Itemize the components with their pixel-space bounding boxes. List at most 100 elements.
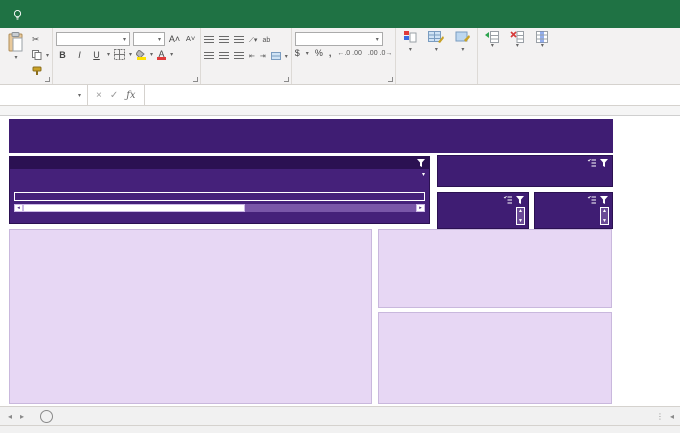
format-cells-icon xyxy=(536,31,549,43)
slicer-size[interactable]: ▲ ▼ xyxy=(437,192,529,229)
worksheet[interactable]: ▾ ◂ ▸ ▲ ▼ ▲ ▼ xyxy=(0,116,680,406)
bold-button[interactable]: B xyxy=(56,48,69,61)
formula-bar: ▾ × ✓ ƒx xyxy=(0,85,680,106)
scroll-up-icon[interactable]: ▲ xyxy=(601,208,608,214)
chart-total-sales-over-time[interactable] xyxy=(9,229,372,404)
wrap-text-button[interactable]: ab xyxy=(262,33,272,47)
alignment-dialog-launcher[interactable] xyxy=(283,77,289,82)
format-painter-button[interactable] xyxy=(32,64,49,78)
dashboard-title xyxy=(9,119,613,153)
accounting-format-button[interactable]: $ xyxy=(295,48,300,58)
timeline-month-labels xyxy=(14,185,425,192)
insert-cells-button[interactable]: ▾ xyxy=(481,30,503,51)
timeline-scroll-thumb[interactable] xyxy=(23,204,245,212)
timeline-clear-filter-icon[interactable] xyxy=(417,159,425,167)
increase-font-button[interactable]: A˄ xyxy=(168,32,181,45)
excel-window: ▾ ✂ ▾ ▾ ▾ A˄ A˅ B I U ▾ ▾ ▾ A ▾ ⟋▾ ab ⇤ … xyxy=(0,0,680,433)
paste-button[interactable]: ▾ xyxy=(3,30,29,63)
fill-color-button[interactable] xyxy=(136,49,146,60)
align-middle-button[interactable] xyxy=(219,36,230,44)
column-headers[interactable] xyxy=(0,106,680,116)
scroll-down-icon[interactable]: ▼ xyxy=(601,218,608,224)
copy-button[interactable]: ▾ xyxy=(32,48,49,62)
percent-style-button[interactable]: % xyxy=(315,48,323,58)
clear-filter-icon[interactable] xyxy=(600,159,608,167)
number-dialog-launcher[interactable] xyxy=(388,77,394,82)
clear-filter-icon[interactable] xyxy=(600,196,608,204)
clear-filter-icon[interactable] xyxy=(516,196,524,204)
sheet-nav-left-icon[interactable]: ◂ xyxy=(8,412,12,421)
increase-decimal-button[interactable]: ←.0 .00 xyxy=(337,50,362,57)
multi-select-icon[interactable] xyxy=(503,196,512,204)
scroll-down-icon[interactable]: ▼ xyxy=(517,218,524,224)
decrease-font-button[interactable]: A˅ xyxy=(184,32,197,45)
orientation-button[interactable]: ⟋▾ xyxy=(249,36,257,45)
underline-button[interactable]: U xyxy=(90,48,103,61)
align-center-button[interactable] xyxy=(219,52,230,60)
confirm-entry-icon[interactable]: ✓ xyxy=(110,90,118,101)
font-color-button[interactable]: A xyxy=(157,49,167,60)
align-top-button[interactable] xyxy=(204,36,215,44)
copy-icon xyxy=(32,50,42,60)
conditional-formatting-icon xyxy=(404,31,417,43)
font-size-select[interactable]: ▾ xyxy=(133,32,166,46)
borders-button[interactable] xyxy=(114,49,126,60)
font-dialog-launcher[interactable] xyxy=(193,77,199,82)
slicer-loyalty-card[interactable]: ▲ ▼ xyxy=(534,192,613,229)
decrease-decimal-button[interactable]: .00 .0→ xyxy=(368,50,393,57)
timeline-scroll-right-icon[interactable]: ▸ xyxy=(416,204,425,212)
styles-group: ▾ ▾ ▾ xyxy=(396,28,479,84)
multi-select-icon[interactable] xyxy=(587,196,596,204)
align-right-button[interactable] xyxy=(234,52,245,60)
format-cells-button[interactable]: ▾ xyxy=(531,30,553,51)
slicer-loyalty-scrollbar[interactable]: ▲ ▼ xyxy=(600,207,609,225)
merge-center-button[interactable]: ▾ xyxy=(270,49,288,63)
decrease-indent-button[interactable]: ⇤ xyxy=(249,52,255,60)
font-group: ▾ ▾ A˄ A˅ B I U ▾ ▾ ▾ A ▾ xyxy=(53,28,202,84)
hscroll-left-icon[interactable]: ◂ xyxy=(670,412,674,421)
cancel-entry-icon[interactable]: × xyxy=(96,90,102,101)
tabbar-splitter-icon[interactable]: ⋮ xyxy=(656,412,664,421)
ribbon: ▾ ✂ ▾ ▾ ▾ A˄ A˅ B I U ▾ ▾ ▾ A ▾ ⟋▾ ab ⇤ … xyxy=(0,28,680,85)
wrap-text-icon: ab xyxy=(262,36,271,44)
name-box[interactable]: ▾ xyxy=(0,85,88,105)
font-name-select[interactable]: ▾ xyxy=(56,32,131,46)
conditional-formatting-button[interactable]: ▾ xyxy=(399,30,421,55)
sheet-nav-right-icon[interactable]: ▸ xyxy=(20,412,24,421)
chart-top5-customers[interactable] xyxy=(378,312,612,404)
align-left-button[interactable] xyxy=(204,52,215,60)
country-bar-plot xyxy=(379,233,611,307)
timeline-granularity-dropdown[interactable]: ▾ xyxy=(422,171,425,178)
delete-cells-button[interactable]: ▾ xyxy=(506,30,528,51)
tell-me-box[interactable] xyxy=(0,0,40,28)
insert-function-icon[interactable]: ƒx xyxy=(126,90,135,101)
number-format-select[interactable]: ▾ xyxy=(294,32,383,46)
slicer-roast-type[interactable] xyxy=(437,155,613,187)
timeline-order-date[interactable]: ▾ ◂ ▸ xyxy=(9,156,430,224)
slicer-size-scrollbar[interactable]: ▲ ▼ xyxy=(516,207,525,225)
italic-button[interactable]: I xyxy=(73,48,86,61)
timeline-scroll-left-icon[interactable]: ◂ xyxy=(14,204,23,212)
underline-dropdown[interactable]: ▾ xyxy=(107,51,110,58)
formula-input[interactable] xyxy=(144,85,680,105)
new-sheet-button[interactable] xyxy=(40,409,54,423)
number-group: ▾ $ ▾ % , ←.0 .00 .00 .0→ xyxy=(292,28,397,84)
paste-icon xyxy=(8,32,23,52)
comma-style-button[interactable]: , xyxy=(329,48,332,58)
format-as-table-button[interactable]: ▾ xyxy=(424,30,448,55)
cut-button[interactable]: ✂ xyxy=(32,32,49,46)
multi-select-icon[interactable] xyxy=(587,159,596,167)
align-bottom-button[interactable] xyxy=(234,36,245,44)
chart-sales-by-country[interactable] xyxy=(378,229,612,308)
increase-indent-button[interactable]: ⇥ xyxy=(260,52,266,60)
status-bar xyxy=(0,425,680,433)
ribbon-tab-bar xyxy=(0,0,680,28)
timeline-scrollbar[interactable]: ◂ ▸ xyxy=(14,204,425,212)
line-chart-plot xyxy=(10,233,371,403)
delete-cells-icon xyxy=(510,31,525,43)
clipboard-dialog-launcher[interactable] xyxy=(45,77,51,82)
timeline-selection-band[interactable] xyxy=(14,192,425,201)
clipboard-group: ▾ ✂ ▾ xyxy=(0,28,54,84)
scroll-up-icon[interactable]: ▲ xyxy=(517,208,524,214)
cell-styles-button[interactable]: ▾ xyxy=(451,30,474,55)
